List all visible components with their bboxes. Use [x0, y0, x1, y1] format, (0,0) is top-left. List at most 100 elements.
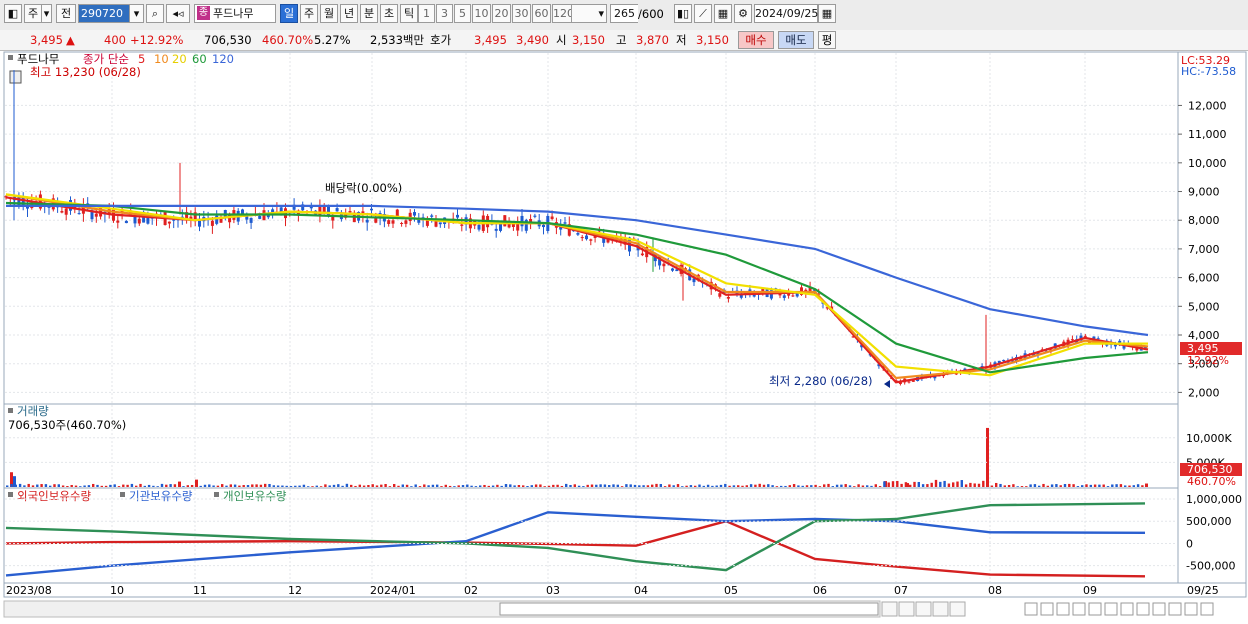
chart-tool-icon[interactable]: [1184, 602, 1198, 616]
interval-button-10[interactable]: 10: [472, 4, 491, 23]
holding-legend-1[interactable]: 기관보유수량: [129, 489, 193, 503]
market-dropdown-icon[interactable]: ▾: [42, 4, 52, 23]
sell-button[interactable]: 매도: [778, 31, 814, 49]
volume-bar: [298, 485, 301, 487]
interval-button-60[interactable]: 60: [532, 4, 551, 23]
x-axis-label: 04: [634, 584, 648, 597]
volume-bar: [92, 483, 95, 487]
open-label: 시: [556, 33, 567, 47]
holding-legend-0[interactable]: 외국인보유수량: [17, 489, 91, 503]
scrollbar-thumb[interactable]: [499, 602, 879, 616]
volume-bar: [857, 484, 860, 487]
period-tab-2[interactable]: 월: [320, 4, 338, 23]
chart-tool-icon[interactable]: [1104, 602, 1118, 616]
grid-icon[interactable]: ▦: [714, 4, 732, 23]
interval-button-5[interactable]: 5: [454, 4, 471, 23]
evaluate-button[interactable]: 평: [818, 31, 836, 49]
interval-button-20[interactable]: 20: [492, 4, 511, 23]
bars-shown-input[interactable]: 265: [610, 4, 638, 23]
ma-legend-60[interactable]: 60: [192, 52, 207, 66]
interval-button-30[interactable]: 30: [512, 4, 531, 23]
period-tab-1[interactable]: 주: [300, 4, 318, 23]
chart-area[interactable]: 푸드나무 종가 단순 5 10 20 60 120 최고 13,230 (06/…: [0, 51, 1248, 621]
chart-tool-icon[interactable]: [1072, 602, 1086, 616]
stock-name-field[interactable]: 종 푸드나무: [194, 4, 276, 23]
chart-tool-icon[interactable]: [1040, 602, 1054, 616]
chart-tool-icon[interactable]: [1168, 602, 1182, 616]
volume-bar: [823, 484, 826, 487]
volume-bar: [53, 484, 56, 487]
playback-control-icon[interactable]: [949, 601, 966, 617]
playback-control-icon[interactable]: [898, 601, 915, 617]
min-price-label: 최저 2,280 (06/28): [769, 374, 873, 388]
interval-select[interactable]: ▾: [571, 4, 607, 23]
volume-bar: [229, 484, 232, 487]
chart-tool-icon[interactable]: [1056, 602, 1070, 616]
volume-panel[interactable]: [3, 403, 1179, 489]
candle-body: [662, 263, 666, 267]
holding-legend-2[interactable]: 개인보유수량: [223, 489, 287, 503]
candle-body: [907, 381, 911, 383]
candle-body: [718, 293, 722, 297]
chart-tool-icon[interactable]: [1136, 602, 1150, 616]
candle-body: [370, 208, 373, 211]
ma-legend-5[interactable]: 5: [138, 52, 145, 66]
chart-tool-icon[interactable]: [1024, 602, 1038, 616]
volume-bar: [27, 483, 30, 487]
volume-bar: [1085, 484, 1088, 487]
search-icon[interactable]: ⌕: [146, 4, 164, 23]
x-axis-label: 2024/01: [370, 584, 416, 597]
period-tab-0[interactable]: 일: [280, 4, 298, 23]
price-axis-label: 7,000: [1188, 243, 1220, 256]
volume-bar: [307, 486, 310, 487]
ma-legend-20[interactable]: 20: [172, 52, 187, 66]
buy-button[interactable]: 매수: [738, 31, 774, 49]
volume-bar: [964, 484, 968, 487]
speaker-icon[interactable]: ◂◃: [166, 4, 190, 23]
prev-button[interactable]: 전: [56, 4, 76, 23]
interval-button-3[interactable]: 3: [436, 4, 453, 23]
chart-tool-icon[interactable]: [1152, 602, 1166, 616]
code-dropdown-icon[interactable]: ▾: [130, 4, 144, 23]
playback-control-icon[interactable]: [932, 601, 949, 617]
volume-bar: [79, 486, 82, 487]
volume-bar: [139, 483, 142, 487]
gear-icon[interactable]: ⚙: [734, 4, 752, 23]
candle-type-icon[interactable]: ▮▯: [674, 4, 692, 23]
period-tab-3[interactable]: 년: [340, 4, 358, 23]
volume-axis-label: 10,000K: [1186, 432, 1232, 445]
calendar-icon[interactable]: ▦: [818, 4, 836, 23]
chart-tool-icon[interactable]: [1120, 602, 1134, 616]
interval-button-1[interactable]: 1: [418, 4, 435, 23]
window-menu-icon[interactable]: ◧: [4, 4, 22, 23]
volume-bar: [896, 480, 899, 487]
holding-axis-label: 500,000: [1186, 515, 1232, 528]
volume-bar: [83, 485, 86, 487]
period-tab-5[interactable]: 초: [380, 4, 398, 23]
market-select[interactable]: 주: [24, 4, 42, 23]
volume-bar: [977, 483, 981, 487]
playback-control-icon[interactable]: [881, 601, 898, 617]
volume-bar: [453, 486, 456, 487]
calendar-marker-icon[interactable]: [9, 70, 22, 84]
ma-legend-10[interactable]: 10: [154, 52, 169, 66]
candle-body: [791, 295, 795, 297]
volume-bar: [1063, 484, 1067, 487]
legend-marker-icon: [8, 492, 13, 497]
volume-bar: [810, 485, 813, 487]
candle-body: [477, 224, 481, 230]
date-input[interactable]: 2024/09/25: [754, 4, 818, 23]
draw-tool-icon[interactable]: ⟋: [694, 4, 712, 23]
chart-tool-icon[interactable]: [1088, 602, 1102, 616]
volume-bar: [866, 485, 869, 487]
volume-bar: [995, 482, 998, 487]
playback-control-icon[interactable]: [915, 601, 932, 617]
period-tab-6[interactable]: 틱: [400, 4, 418, 23]
chart-tool-icon[interactable]: [1200, 602, 1214, 616]
period-tab-4[interactable]: 분: [360, 4, 378, 23]
ma-legend-120[interactable]: 120: [212, 52, 234, 66]
volume-bar: [246, 485, 250, 487]
price-axis-label: 11,000: [1188, 128, 1227, 141]
volume-bar: [160, 483, 164, 487]
stock-code-input[interactable]: 290720: [78, 4, 130, 23]
